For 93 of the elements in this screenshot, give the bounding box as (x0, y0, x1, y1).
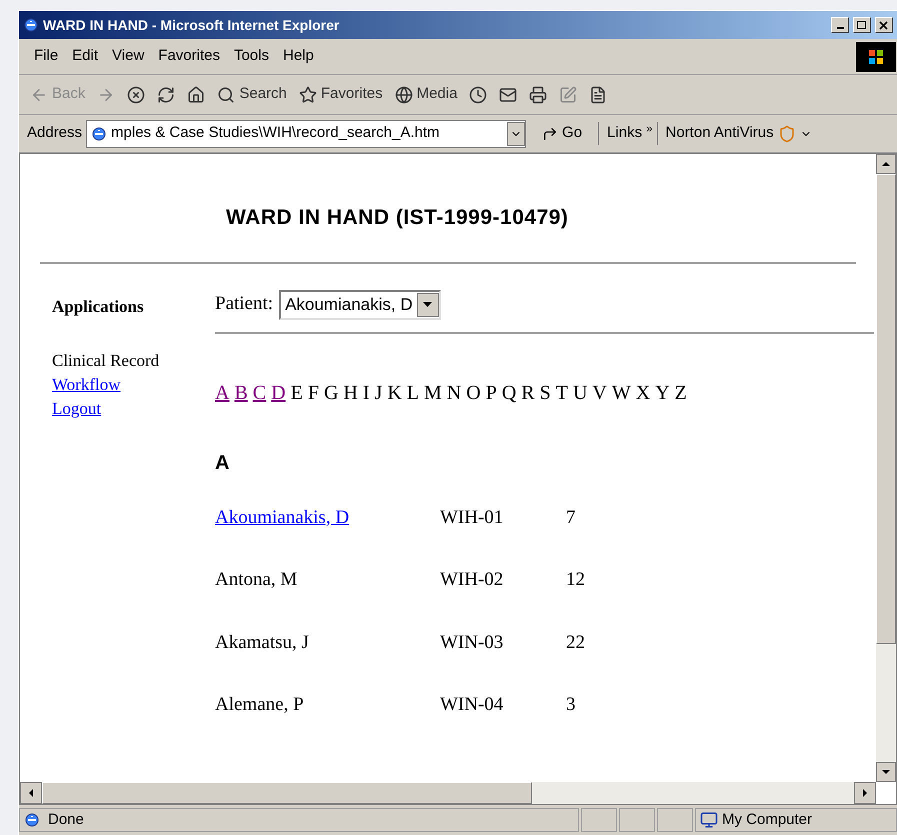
letter: H (343, 380, 358, 406)
window-title: WARD IN HAND - Microsoft Internet Explorer (43, 16, 340, 35)
clock-icon (469, 86, 488, 104)
letter: W (612, 380, 631, 406)
letter: O (466, 380, 481, 406)
toolbar-button[interactable]: Media (392, 83, 460, 106)
letter: X (636, 380, 650, 406)
security-zone: My Computer (722, 810, 812, 830)
letter: U (572, 380, 588, 406)
letter-link[interactable]: B (234, 378, 248, 408)
menu-item[interactable]: Favorites (151, 45, 227, 68)
minimize-icon (836, 26, 844, 28)
minimize-button[interactable] (831, 17, 849, 33)
scroll-left-icon[interactable] (29, 789, 33, 797)
maximize-button[interactable] (853, 17, 871, 33)
address-label: Address (27, 123, 82, 144)
close-button[interactable] (875, 17, 893, 33)
sidebar-link[interactable]: Workflow (52, 373, 215, 397)
status-panel (581, 808, 617, 832)
patient-name: Alemane, P (215, 694, 304, 715)
vertical-scrollbar[interactable] (876, 154, 896, 782)
status-text: Done (48, 810, 84, 830)
refresh-icon (157, 86, 176, 104)
menu-item[interactable]: Help (276, 45, 321, 68)
letter: L (406, 380, 419, 406)
letter-link[interactable]: D (271, 378, 286, 408)
patient-name: Antona, M (215, 569, 298, 590)
stop-icon (127, 86, 146, 104)
menu-item[interactable]: Tools (226, 45, 276, 68)
patient-number: 12 (566, 568, 585, 592)
letter: N (446, 380, 462, 406)
patient-select[interactable]: Akoumianakis, D (279, 290, 441, 320)
search-icon (217, 86, 236, 104)
home-icon (187, 86, 206, 104)
patient-id: WIN-03 (440, 632, 504, 652)
patient-label: Patient: (215, 292, 274, 316)
toolbar-button[interactable]: Favorites (296, 83, 386, 106)
menu-item[interactable]: File (27, 45, 66, 68)
letter-link[interactable]: C (252, 378, 266, 408)
go-button[interactable]: Go (530, 122, 594, 145)
letter: P (486, 380, 497, 406)
patient-link[interactable]: Akoumianakis, D (215, 504, 440, 532)
patient-number: 3 (566, 693, 576, 717)
letter: F (308, 380, 319, 406)
patient-name: Akamatsu, J (215, 632, 309, 652)
horizontal-scrollbar[interactable] (20, 782, 876, 804)
star-icon (298, 86, 317, 104)
patient-id: WIN-04 (440, 694, 504, 715)
mail-icon (499, 86, 518, 104)
letter: K (387, 380, 402, 406)
letter: T (556, 380, 568, 406)
letter: M (424, 380, 442, 406)
maximize-icon (857, 20, 867, 30)
printer-icon (529, 86, 548, 104)
document-icon (589, 86, 608, 104)
computer-icon (700, 811, 718, 829)
address-field[interactable]: mples & Case Studies\WIH\record_search_A.htm (86, 120, 526, 148)
sidebar-link[interactable]: Logout (52, 397, 215, 421)
patient-id: WIH-01 (440, 506, 504, 528)
letter: Q (502, 380, 516, 406)
globe-icon (394, 86, 413, 104)
scroll-up-icon[interactable] (882, 162, 890, 166)
shield-icon (778, 124, 796, 142)
page-heading: WARD IN HAND (IST-1999-10479) (226, 205, 570, 231)
letter: Y (655, 380, 670, 406)
scroll-down-icon[interactable] (882, 770, 890, 774)
letter-link[interactable]: A (215, 378, 230, 408)
patient-id: WIH-02 (440, 569, 504, 590)
sidebar-title: Applications (52, 296, 145, 318)
menu-item[interactable]: View (105, 45, 152, 68)
letter: I (362, 380, 370, 406)
section-heading: A (215, 450, 230, 476)
letter: J (374, 380, 382, 406)
norton-antivirus-button[interactable]: Norton AntiVirus (656, 122, 812, 145)
sidebar-item: Clinical Record (52, 350, 160, 372)
status-panel (657, 808, 693, 832)
letter: R (521, 380, 535, 406)
go-arrow-icon (542, 126, 558, 142)
letter: V (592, 380, 607, 406)
patient-number: 7 (566, 506, 576, 530)
close-icon (879, 20, 889, 30)
pen-icon (559, 86, 578, 104)
status-panel (619, 808, 655, 832)
letter: Z (674, 380, 687, 406)
toolbar-button[interactable]: Search (214, 83, 290, 106)
letter: E (290, 380, 303, 406)
menu-item[interactable]: Edit (65, 45, 106, 68)
letter: G (324, 380, 338, 406)
links-button[interactable]: Links $^{»}$ (598, 122, 653, 145)
windows-logo (856, 42, 896, 72)
patient-number: 22 (566, 630, 585, 654)
letter: S (540, 380, 551, 406)
scroll-right-icon[interactable] (863, 789, 867, 797)
